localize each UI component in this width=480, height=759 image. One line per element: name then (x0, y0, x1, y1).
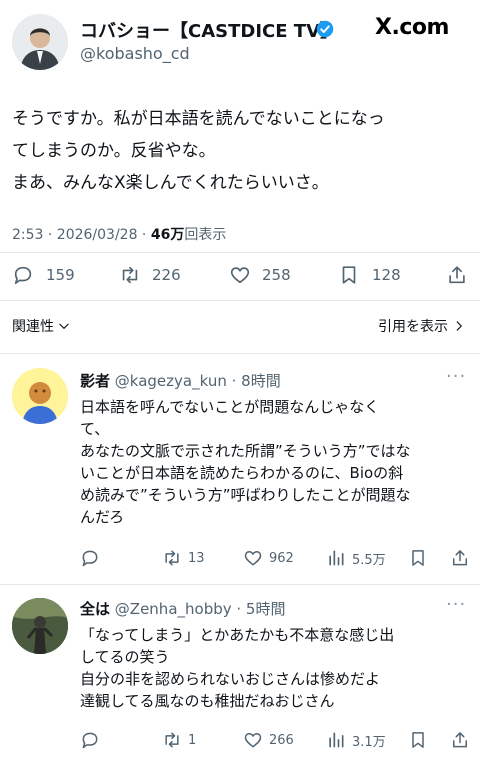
reply-text-line: あなたの文脈で示された所謂”そういう方”ではな (80, 442, 411, 460)
reply-repost-button[interactable]: 1 (162, 730, 196, 750)
reply-share-button[interactable] (450, 730, 470, 750)
share-icon (450, 548, 470, 568)
view-label: 回表示 (184, 227, 227, 243)
chevron-down-icon (57, 319, 71, 333)
bookmark-count: 128 (372, 266, 401, 284)
share-button[interactable] (446, 264, 468, 286)
post-meta: 2:53 · 2026/03/28 · 46万回表示 (12, 224, 226, 244)
reply-like-button[interactable]: 266 (243, 730, 294, 750)
heart-icon (228, 264, 252, 286)
reply-views-button[interactable]: 3.1万 (326, 730, 386, 750)
reply-icon (12, 264, 34, 286)
view-quotes-link[interactable]: 引用を表示 (378, 316, 466, 336)
reply-like-count: 266 (269, 732, 294, 748)
chevron-right-icon (452, 319, 466, 333)
reply-repost-button[interactable]: 13 (162, 548, 205, 568)
share-icon (446, 264, 468, 286)
reply-text: 「なってしまう」とかあたかも不本意な感じ出 してるの笑う 自分の非を認められない… (80, 624, 394, 712)
reply-text-line: て、 (80, 420, 110, 438)
reply-views-button[interactable]: 5.5万 (326, 548, 386, 568)
like-button[interactable]: 258 (228, 264, 291, 286)
reply-like-count: 962 (269, 550, 294, 566)
share-icon (450, 730, 470, 750)
bookmark-icon (408, 730, 428, 750)
repost-count: 226 (152, 266, 181, 284)
reply-comment-button[interactable] (80, 548, 100, 568)
post-text-line-2: てしまうのか。反省やな。 (12, 141, 216, 161)
reply-text-line: してるの笑う (80, 648, 170, 666)
reply-view-count: 3.1万 (352, 734, 386, 750)
bookmark-icon (338, 264, 360, 286)
like-count: 258 (262, 266, 291, 284)
reply-author-meta[interactable]: @kagezya_kun · 8時間 (115, 372, 281, 390)
reply-comment-button[interactable] (80, 730, 100, 750)
post-text-line-1: そうですか。私が日本語を読んでないことになっ (12, 109, 385, 129)
post-timestamp[interactable]: 2:53 · 2026/03/28 · (12, 227, 151, 243)
reply-text-line: 自分の非を認められないおじさんは惨めだよ (80, 670, 381, 688)
reply-repost-count: 1 (188, 732, 197, 748)
reply-author-meta[interactable]: @Zenha_hobby · 5時間 (115, 600, 286, 618)
profile-avatar[interactable] (12, 14, 68, 70)
bookmark-icon (408, 548, 428, 568)
post-text-line-3: まあ、みんなX楽しんでくれたらいいさ。 (12, 173, 329, 193)
heart-icon (243, 730, 263, 750)
repost-icon (118, 264, 142, 286)
reply-author-name[interactable]: 影者 (80, 372, 110, 390)
reply-like-button[interactable]: 962 (243, 548, 294, 568)
reply-view-count: 5.5万 (352, 552, 386, 568)
reply-bookmark-button[interactable] (408, 730, 428, 750)
repost-button[interactable]: 226 (118, 264, 181, 286)
reply-text-line: 達観してる風なのも稚拙だねおじさん (80, 692, 335, 710)
reply-count: 159 (46, 266, 75, 284)
handle[interactable]: @kobasho_cd (80, 44, 190, 63)
reply-repost-count: 13 (188, 550, 205, 566)
view-quotes-label: 引用を表示 (378, 319, 448, 335)
reply-text: 日本語を呼んでないことが問題なんじゃなく て、 あなたの文脈で示された所謂”そう… (80, 396, 411, 528)
reply-text-line: いことが日本語を読めたらわかるのに、Bioの斜 (80, 464, 404, 482)
reply-header: 影者 @kagezya_kun · 8時間 (80, 370, 281, 391)
reply-avatar[interactable] (12, 368, 68, 424)
verified-badge-icon (316, 20, 334, 38)
reply-text-line: め読みで”そういう方”呼ばわりしたことが問題な (80, 486, 411, 504)
view-count: 46万 (150, 227, 185, 243)
analytics-icon (326, 548, 346, 568)
reply-icon (80, 548, 100, 568)
display-name[interactable]: コバショー【CASTDICE TV】 (80, 17, 338, 43)
repost-icon (162, 730, 182, 750)
analytics-icon (326, 730, 346, 750)
reply-avatar[interactable] (12, 598, 68, 654)
reply-header: 全は @Zenha_hobby · 5時間 (80, 598, 285, 619)
reply-icon (80, 730, 100, 750)
reply-text-line: 「なってしまう」とかあたかも不本意な感じ出 (80, 626, 395, 644)
heart-icon (243, 548, 263, 568)
relevance-dropdown[interactable]: 関連性 (12, 316, 71, 336)
brand-logo: X.com (375, 15, 449, 40)
reply-button[interactable]: 159 (12, 264, 75, 286)
reply-text-line: んだろ (80, 508, 125, 526)
reply-text-line: 日本語を呼んでないことが問題なんじゃなく (80, 398, 380, 416)
reply-bookmark-button[interactable] (408, 548, 428, 568)
repost-icon (162, 548, 182, 568)
reply-more-button[interactable]: ··· (446, 594, 466, 615)
reply-share-button[interactable] (450, 548, 470, 568)
reply-author-name[interactable]: 全は (80, 600, 110, 618)
relevance-label: 関連性 (12, 319, 54, 335)
reply-more-button[interactable]: ··· (446, 366, 466, 387)
bookmark-button[interactable]: 128 (338, 264, 401, 286)
